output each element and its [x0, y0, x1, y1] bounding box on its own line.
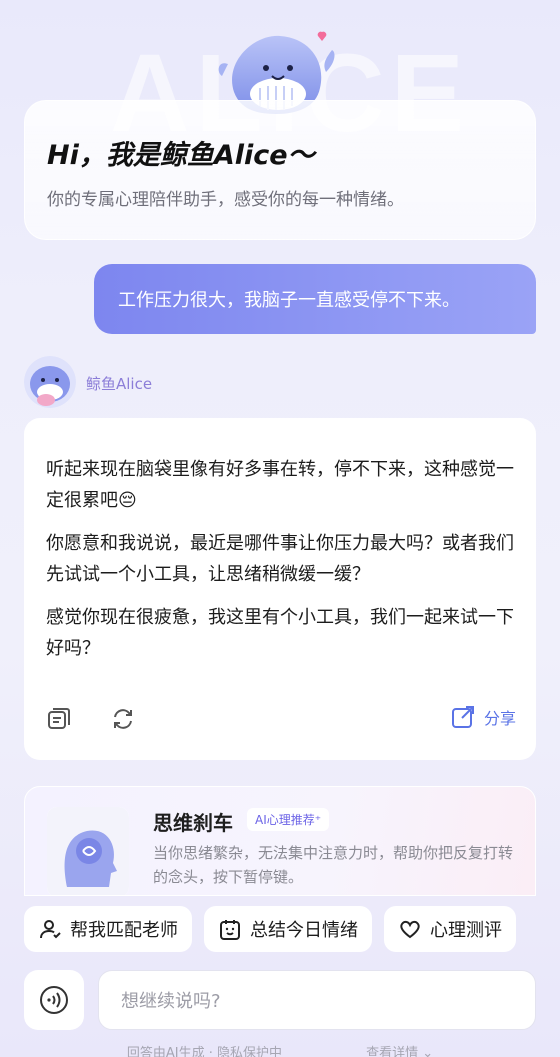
regenerate-icon[interactable]: [110, 706, 136, 732]
voice-icon: [40, 986, 68, 1014]
chip-label: 心理测评: [430, 920, 502, 941]
bot-avatar: [24, 356, 76, 408]
person-icon: [40, 920, 61, 939]
chip-match-teacher[interactable]: 帮我匹配老师: [24, 906, 192, 952]
ai-recommend-badge: AI心理推荐⁺: [247, 808, 330, 831]
intro-subtitle: 你的专属心理陪伴助手，感受你的每一种情绪。: [47, 190, 404, 210]
heart-icon: [400, 920, 420, 939]
message-input[interactable]: 想继续说吗?: [98, 970, 536, 1030]
quick-action-chips: 帮我匹配老师 总结今日情绪 心理测评: [24, 906, 516, 952]
input-placeholder: 想继续说吗?: [121, 991, 221, 1012]
answer-paragraph: 听起来现在脑袋里像有好多事在转，停不下来，这种感觉一定很累吧😔: [46, 459, 514, 511]
answer-paragraph: 感觉你现在很疲惫，我这里有个小工具，我们一起来试一下好吗？: [46, 607, 514, 659]
bot-name: 鲸鱼Alice: [86, 375, 153, 393]
copy-icon[interactable]: [46, 706, 72, 732]
tool-title: 思维刹车: [153, 811, 233, 835]
mood-icon: [220, 920, 240, 940]
tool-recommendation-card[interactable]: 思维刹车 AI心理推荐⁺ 当你思绪繁杂，无法集中注意力时，帮助你把反复打转的念头…: [24, 786, 536, 896]
answer-paragraph: 你愿意和我说说，最近是哪件事让你压力最大吗？或者我们先试试一个小工具，让思绪稍微…: [46, 533, 514, 585]
voice-input-button[interactable]: [24, 970, 84, 1030]
user-message-bubble: 工作压力很大，我脑子一直感受停不下来。: [94, 264, 536, 334]
chip-psych-test[interactable]: 心理测评: [384, 906, 516, 952]
tool-description: 当你思绪繁杂，无法集中注意力时，帮助你把反复打转的念头，按下暂停键。: [153, 844, 514, 886]
ai-disclaimer: 回答由AI生成 · 隐私保护中: [126, 1046, 282, 1057]
intro-title: Hi，我是鲸鱼Alice～: [47, 140, 315, 171]
answer-actions: 分享: [46, 704, 516, 734]
intro-card: Hi，我是鲸鱼Alice～ 你的专属心理陪伴助手，感受你的每一种情绪。: [24, 100, 536, 240]
chip-summarize-mood[interactable]: 总结今日情绪: [204, 906, 372, 952]
chip-label: 帮我匹配老师: [70, 920, 178, 941]
share-label: 分享: [483, 709, 516, 728]
chip-label: 总结今日情绪: [250, 920, 358, 941]
share-button[interactable]: 分享: [450, 704, 516, 730]
head-brain-icon: [47, 807, 129, 895]
view-details-link[interactable]: 查看详情 ⌄: [366, 1046, 433, 1057]
answer-text: 听起来现在脑袋里像有好多事在转，停不下来，这种感觉一定很累吧😔 你愿意和我说说，…: [46, 454, 516, 676]
assistant-answer-card: 听起来现在脑袋里像有好多事在转，停不下来，这种感觉一定很累吧😔 你愿意和我说说，…: [24, 418, 536, 760]
footer: 回答由AI生成 · 隐私保护中 查看详情 ⌄: [0, 1042, 560, 1057]
user-message-text: 工作压力很大，我脑子一直感受停不下来。: [118, 290, 460, 311]
share-icon: [451, 706, 474, 728]
